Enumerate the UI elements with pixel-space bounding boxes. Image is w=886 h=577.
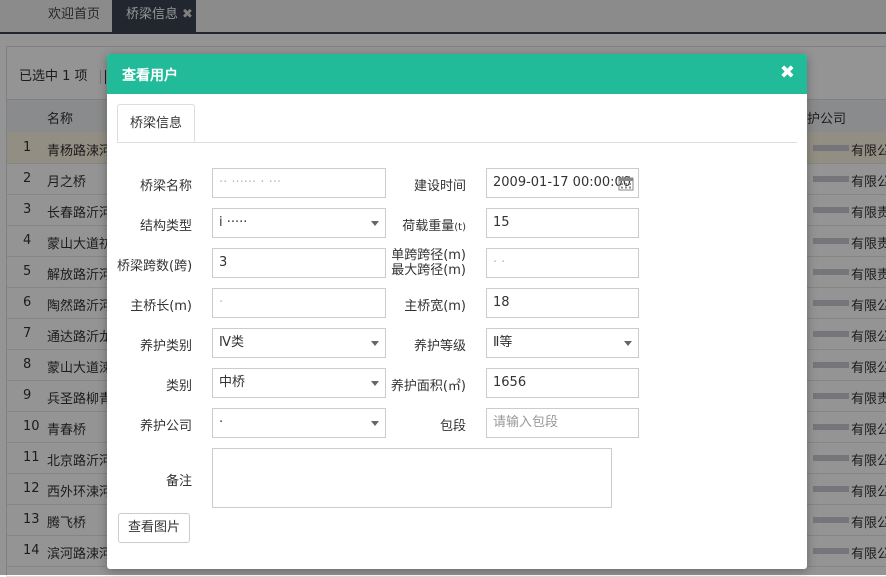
label-maintenance-company: 养护公司 (139, 419, 192, 434)
section-input[interactable]: 请输入包段 (486, 408, 639, 438)
load-weight-unit: (t) (454, 222, 466, 233)
label-span-length: 单跨跨径(m) 最大跨径(m) (387, 248, 466, 278)
structure-type-select[interactable]: i ····· (212, 208, 386, 238)
bridge-name-field[interactable]: ·· ······ · ··· (212, 168, 386, 198)
remark-textarea[interactable] (212, 448, 612, 508)
load-weight-label-text: 荷载重量 (402, 219, 455, 234)
span-length-field[interactable]: · · (486, 248, 639, 278)
maintenance-company-select[interactable]: · (212, 408, 386, 438)
label-maintenance-area: 养护面积(㎡) (390, 379, 466, 394)
main-length-field[interactable]: · (212, 288, 386, 318)
label-max-span: 最大跨径(m) (391, 263, 466, 278)
label-load-weight: 荷载重量(t) (397, 215, 466, 234)
spans-field[interactable]: 3 (212, 248, 386, 278)
label-spans: 桥梁跨数(跨) (117, 259, 193, 274)
load-weight-field[interactable]: 15 (486, 208, 639, 238)
calendar-icon[interactable] (618, 175, 634, 191)
category-select[interactable]: 中桥 (212, 368, 386, 398)
label-remark: 备注 (165, 474, 192, 489)
label-category: 类别 (165, 379, 192, 394)
label-section: 包段 (439, 419, 466, 434)
label-structure-type: 结构类型 (139, 219, 192, 234)
build-time-value: 2009-01-17 00:00:00 (493, 175, 632, 190)
dialog-title: 查看用户 (122, 68, 178, 84)
label-main-length: 主桥长(m) (130, 299, 192, 314)
close-icon[interactable]: ✖ (780, 62, 795, 83)
dialog-header: 查看用户 ✖ (107, 54, 807, 94)
tab-bridge-info-detail[interactable]: 桥梁信息 (117, 104, 195, 142)
label-maintenance-level: 养护等级 (413, 339, 466, 354)
label-build-time: 建设时间 (413, 179, 466, 194)
maintenance-type-select[interactable]: Ⅳ类 (212, 328, 386, 358)
view-user-dialog: 查看用户 ✖ 桥梁信息 桥梁名称 ·· ······ · ··· 建设时间 20… (107, 54, 807, 569)
maintenance-area-field[interactable]: 1656 (486, 368, 639, 398)
label-single-span: 单跨跨径(m) (391, 248, 466, 263)
build-time-field[interactable]: 2009-01-17 00:00:00 (486, 168, 639, 198)
dialog-tabs: 桥梁信息 (117, 104, 797, 143)
maintenance-level-select[interactable]: Ⅱ等 (486, 328, 639, 358)
label-maintenance-type: 养护类别 (139, 339, 192, 354)
label-bridge-name: 桥梁名称 (139, 179, 192, 194)
label-main-width: 主桥宽(m) (404, 299, 466, 314)
view-images-button[interactable]: 查看图片 (118, 513, 190, 543)
main-width-field[interactable]: 18 (486, 288, 639, 318)
